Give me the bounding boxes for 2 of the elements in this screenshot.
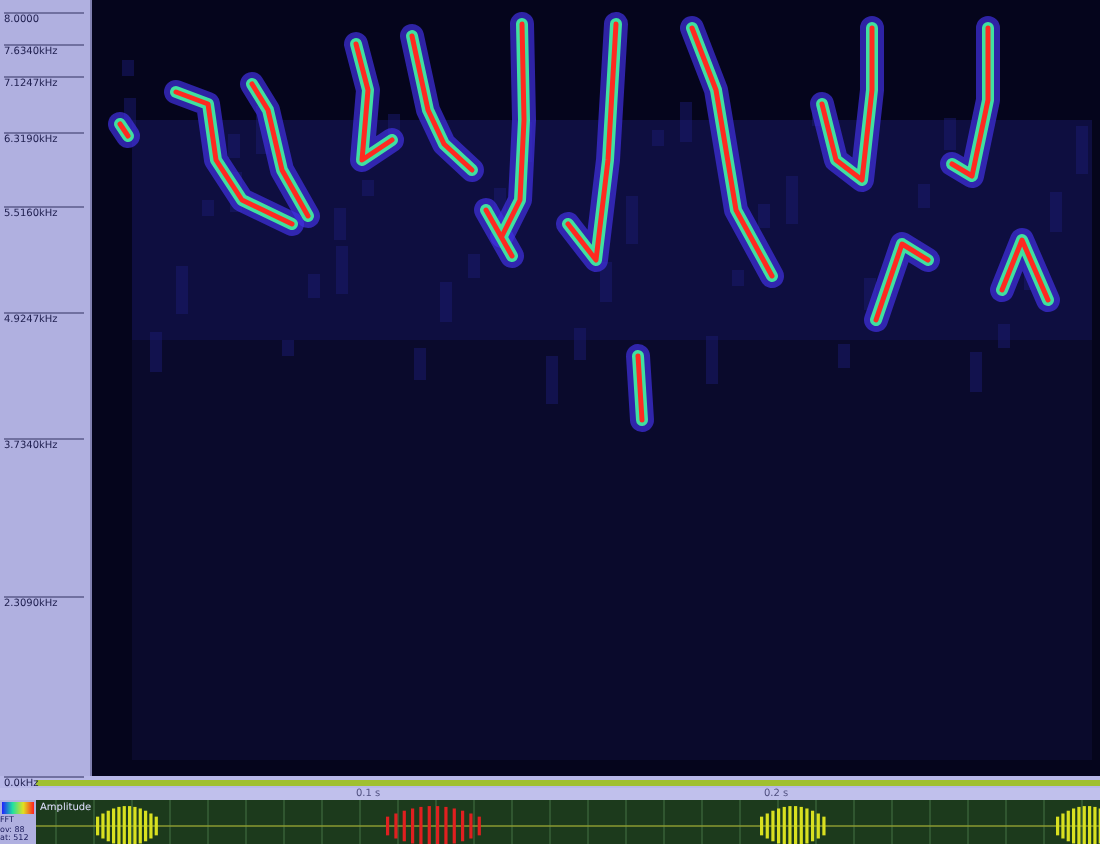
color-scale — [2, 802, 34, 814]
scroll-bar[interactable] — [0, 776, 1100, 788]
